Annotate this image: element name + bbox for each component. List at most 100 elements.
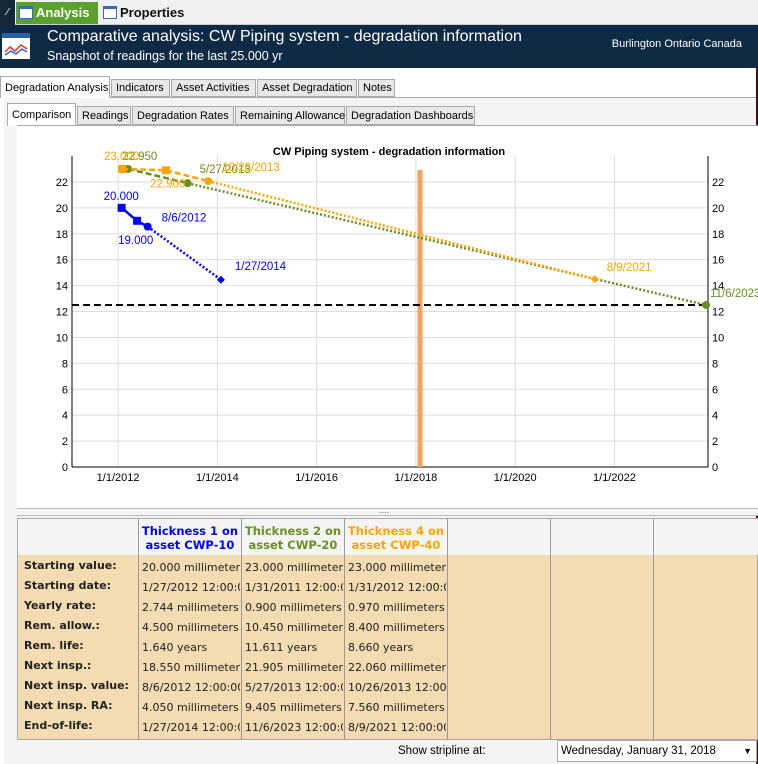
table-cell: 11.611 years	[245, 641, 318, 654]
y-tick-label-left: 18	[56, 229, 68, 241]
table-cell: 2.744 millimeters	[142, 601, 239, 614]
y-tick-label-right: 16	[712, 255, 724, 267]
table-cell: 22.060 millimeters	[348, 661, 446, 674]
y-tick-label-right: 22	[712, 177, 724, 189]
row-label: Next insp. value:	[24, 679, 129, 692]
column-header: Thickness 4 on asset CWP-40	[345, 519, 447, 555]
y-tick-label-right: 10	[712, 332, 724, 344]
y-tick-label-left: 4	[62, 410, 68, 422]
data-label: 11/6/2023	[710, 288, 758, 300]
data-point-square	[118, 164, 127, 173]
y-tick-label-right: 0	[712, 462, 718, 474]
row-label: Yearly rate:	[24, 599, 96, 612]
y-tick-label-left: 20	[56, 203, 68, 215]
table-cell: 8/6/2012 12:00:00 A	[142, 681, 240, 694]
table-cell: 0.970 millimeters	[348, 601, 445, 614]
table-cell: 21.905 millimeters	[245, 661, 343, 674]
data-point-square	[133, 216, 142, 225]
stripline-label: Show stripline at:	[398, 745, 486, 757]
data-point-diamond	[216, 275, 225, 284]
y-tick-label-right: 4	[712, 410, 718, 422]
table-cell: 11/6/2023 12:00:00	[245, 721, 343, 734]
y-tick-label-right: 18	[712, 229, 724, 241]
row-label: Next insp.:	[24, 659, 92, 672]
data-label: 20.000	[104, 191, 139, 203]
table-cell: 7.560 millimeters	[348, 701, 445, 714]
data-point-circle	[702, 301, 711, 310]
x-tick-label: 1/1/2012	[97, 472, 140, 484]
chart-title: CW Piping system - degradation informati…	[273, 146, 506, 158]
column-header: Thickness 1 on asset CWP-10	[139, 519, 241, 555]
row-label: Rem. allow.:	[24, 619, 100, 632]
x-tick-label: 1/1/2020	[494, 472, 537, 484]
y-tick-label-left: 10	[56, 332, 68, 344]
comparison-table: Starting value: Starting date: Yearly rate…	[17, 518, 758, 740]
table-cell: 10.450 millimeters	[245, 621, 343, 634]
table-cell: 8.660 years	[348, 641, 414, 654]
y-tick-label-left: 12	[56, 307, 68, 319]
data-label: 1/27/2014	[235, 261, 287, 273]
row-label: End-of-life:	[24, 719, 93, 732]
y-tick-label-left: 6	[62, 384, 68, 396]
row-label: Starting value:	[24, 559, 117, 572]
table-cell: 8/9/2021 12:00:00 A	[348, 721, 446, 734]
table-cell: 1/27/2012 12:00:00	[142, 581, 240, 594]
table-column	[447, 519, 550, 740]
stripline	[417, 170, 423, 467]
data-label: 22.900	[150, 178, 185, 190]
table-cell: 23.000 millimeters	[245, 561, 343, 574]
data-label: 23.000	[104, 151, 139, 163]
row-label: Starting date:	[24, 579, 112, 592]
data-label: 10/26/2013	[222, 162, 280, 174]
data-point-square	[162, 166, 171, 175]
data-label: 19.000	[118, 235, 153, 247]
y-tick-label-left: 16	[56, 255, 68, 267]
x-tick-label: 1/1/2014	[196, 472, 239, 484]
data-point-square	[117, 203, 126, 212]
table-cell: 18.550 millimeters	[142, 661, 240, 674]
chevron-down-icon[interactable]: ▼	[743, 741, 752, 761]
table-cell: 1/27/2014 12:00:00	[142, 721, 240, 734]
series-line	[187, 181, 707, 307]
table-cell: 1/31/2012 12:00:00	[348, 581, 446, 594]
x-tick-label: 1/1/2022	[593, 472, 636, 484]
y-tick-label-left: 8	[62, 358, 68, 370]
data-point-circle	[204, 177, 213, 186]
y-tick-label-right: 12	[712, 307, 724, 319]
column-header: Thickness 2 on asset CWP-20	[242, 519, 344, 555]
y-tick-label-left: 0	[62, 462, 68, 474]
table-column	[550, 519, 653, 740]
stripline-date-select[interactable]: Wednesday, January 31, 2018 ▼	[557, 740, 757, 762]
table-cell: 4.050 millimeters	[142, 701, 239, 714]
y-tick-label-right: 2	[712, 436, 718, 448]
table-cell: 1/31/2011 12:00:00	[245, 581, 343, 594]
table-cell: 23.000 millimeters	[348, 561, 446, 574]
data-label: 8/6/2012	[162, 213, 207, 225]
degradation-chart: CW Piping system - degradation informati…	[56, 146, 758, 484]
series-line	[146, 225, 222, 281]
splitter-handle[interactable]: ....	[17, 507, 758, 516]
table-cell: 1.640 years	[142, 641, 208, 654]
table-cell: 10/26/2013 12:00:00	[348, 681, 446, 694]
row-label: Next insp. RA:	[24, 699, 113, 712]
data-point-diamond	[590, 275, 599, 284]
table-cell: 5/27/2013 12:00:00	[245, 681, 343, 694]
y-tick-label-left: 22	[56, 177, 68, 189]
data-point-circle	[143, 222, 152, 231]
y-tick-label-right: 20	[712, 203, 724, 215]
y-tick-label-left: 14	[56, 281, 68, 293]
x-tick-label: 1/1/2016	[295, 472, 338, 484]
table-cell: 9.405 millimeters	[245, 701, 342, 714]
table-cell: 8.400 millimeters	[348, 621, 445, 634]
y-tick-label-left: 2	[62, 436, 68, 448]
table-column	[653, 519, 758, 740]
table-cell: 20.000 millimeters	[142, 561, 240, 574]
y-tick-label-right: 6	[712, 384, 718, 396]
x-tick-label: 1/1/2018	[394, 472, 437, 484]
table-cell: 4.500 millimeters	[142, 621, 239, 634]
stripline-date-value: Wednesday, January 31, 2018	[561, 745, 716, 757]
table-cell: 0.900 millimeters	[245, 601, 342, 614]
y-tick-label-right: 8	[712, 358, 718, 370]
data-label: 8/9/2021	[607, 262, 652, 274]
row-label: Rem. life:	[24, 639, 84, 652]
